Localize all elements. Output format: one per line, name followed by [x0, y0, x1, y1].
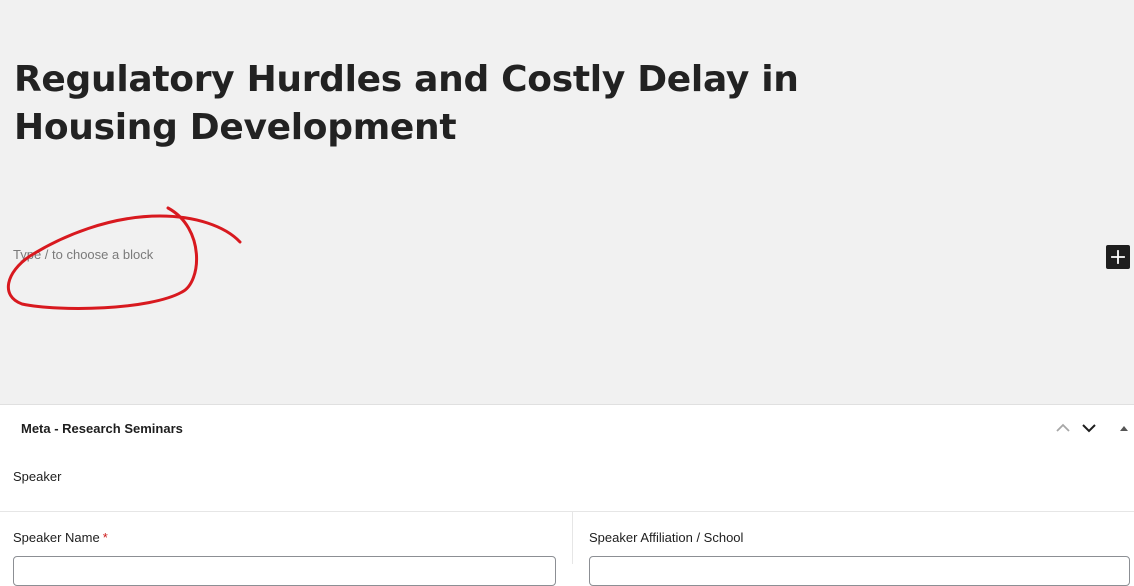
meta-box-research-seminars: Meta - Research Seminars Speaker Speaker…: [0, 404, 1134, 586]
post-title[interactable]: Regulatory Hurdles and Costly Delay in H…: [14, 56, 914, 152]
column-divider: [572, 512, 573, 564]
chevron-up-icon: [1056, 423, 1070, 432]
speaker-section-label: Speaker: [13, 469, 62, 484]
empty-block-placeholder[interactable]: Type / to choose a block: [13, 247, 153, 262]
editor-canvas: Regulatory Hurdles and Costly Delay in H…: [0, 0, 1134, 404]
chevron-down-icon: [1082, 424, 1096, 433]
caret-up-icon: [1120, 426, 1128, 431]
section-divider: [0, 511, 1134, 512]
move-up-button[interactable]: [1052, 417, 1074, 439]
meta-box-header[interactable]: Meta - Research Seminars: [0, 405, 1134, 451]
add-block-button[interactable]: [1106, 245, 1130, 269]
toggle-panel-button[interactable]: [1113, 417, 1134, 439]
speaker-name-label: Speaker Name *: [13, 530, 108, 545]
meta-box-title: Meta - Research Seminars: [21, 421, 183, 436]
speaker-affiliation-input[interactable]: [589, 556, 1130, 586]
required-marker: *: [102, 530, 108, 545]
speaker-name-label-text: Speaker Name: [13, 530, 100, 545]
speaker-affiliation-label: Speaker Affiliation / School: [589, 530, 744, 545]
plus-icon: [1111, 250, 1125, 264]
move-down-button[interactable]: [1078, 417, 1100, 439]
speaker-name-input[interactable]: [13, 556, 556, 586]
